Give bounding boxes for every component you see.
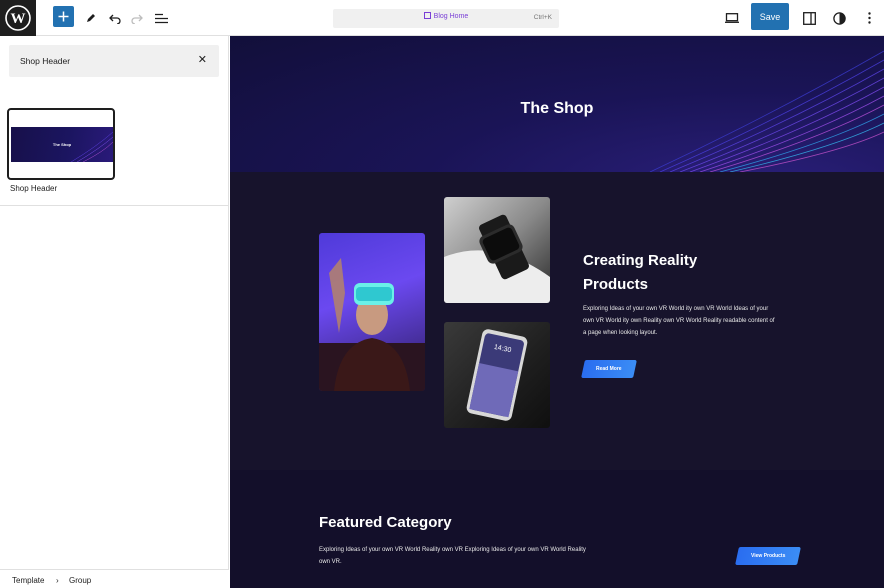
undo-icon[interactable]: [103, 6, 127, 30]
shop-header-block[interactable]: The Shop: [230, 36, 884, 172]
divider: [0, 205, 228, 206]
styles-contrast-icon[interactable]: [827, 6, 851, 30]
pattern-search-input[interactable]: Shop Header ✕: [9, 45, 219, 77]
settings-sidebar-icon[interactable]: [797, 6, 821, 30]
editor-canvas[interactable]: The Shop 14:30 Creating Reality Products…: [230, 36, 884, 588]
pattern-label: Shop Header: [10, 184, 58, 193]
device-preview-icon[interactable]: [720, 6, 744, 30]
tools-pencil-icon[interactable]: [79, 6, 103, 30]
breadcrumb: Template › Group: [0, 569, 229, 588]
patterns-sidebar: Shop Header ✕ The Shop Shop Header: [0, 36, 229, 588]
smartwatch-image: [444, 197, 550, 303]
featured-heading: Featured Category: [319, 514, 452, 531]
template-icon: [423, 12, 431, 19]
options-menu-icon[interactable]: [857, 6, 881, 30]
chevron-right-icon: ›: [56, 576, 59, 585]
pattern-preview-card[interactable]: The Shop: [7, 108, 115, 180]
pattern-thumbnail: The Shop: [11, 127, 113, 162]
editor-toolbar: W Blog Home Ctrl+K Save: [0, 0, 884, 36]
view-products-label: View Products: [750, 553, 786, 559]
read-more-label: Read More: [596, 366, 622, 372]
command-bar-title: Blog Home: [333, 12, 559, 20]
section-paragraph: Exploring Ideas of your own VR World ity…: [583, 306, 775, 336]
breadcrumb-item-group[interactable]: Group: [69, 576, 91, 585]
add-block-button[interactable]: [53, 6, 74, 27]
hero-title: The Shop: [520, 100, 594, 117]
smartphone-image: 14:30: [444, 322, 550, 428]
wordpress-logo-icon[interactable]: W: [0, 0, 36, 36]
vr-headset-person-image: [319, 233, 425, 391]
read-more-button[interactable]: Read More: [581, 360, 637, 378]
command-bar-title-text: Blog Home: [433, 13, 469, 20]
redo-icon[interactable]: [125, 6, 149, 30]
featured-category-section[interactable]: Featured Category Exploring Ideas of you…: [230, 470, 884, 588]
save-button[interactable]: Save: [751, 3, 789, 30]
svg-text:W: W: [11, 11, 26, 27]
close-icon[interactable]: ✕: [198, 53, 207, 66]
command-shortcut: Ctrl+K: [533, 14, 552, 21]
products-section[interactable]: 14:30 Creating Reality Products Explorin…: [230, 172, 884, 470]
view-products-button[interactable]: View Products: [735, 547, 801, 565]
featured-paragraph: Exploring Ideas of your own VR World Rea…: [319, 547, 586, 565]
search-input-value: Shop Header: [20, 56, 71, 66]
breadcrumb-item-template[interactable]: Template: [12, 576, 44, 585]
command-palette-bar[interactable]: Blog Home Ctrl+K: [333, 9, 559, 28]
document-overview-icon[interactable]: [149, 6, 173, 30]
section-heading: Creating Reality Products: [583, 252, 698, 293]
